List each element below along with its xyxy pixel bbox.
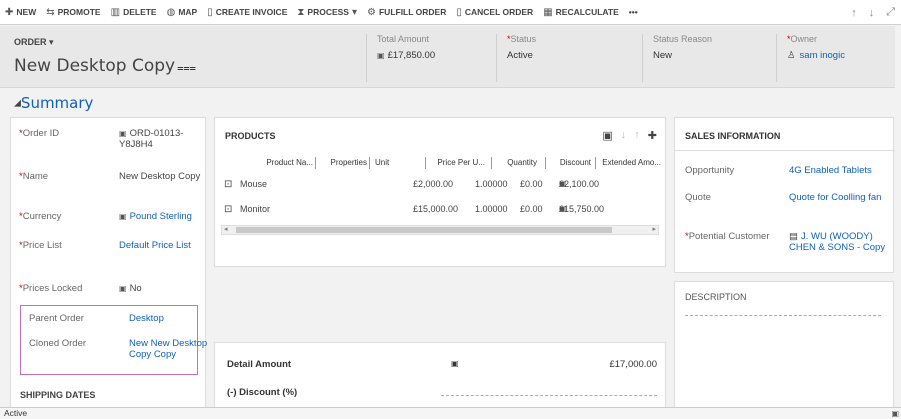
horizontal-scrollbar[interactable]: ◂ ▸ xyxy=(221,225,659,235)
parent-order-link[interactable]: Desktop xyxy=(129,313,215,324)
product-icon: ⊡ xyxy=(224,204,233,215)
page-scrollbar[interactable] xyxy=(895,26,901,407)
lock-icon: ▣ xyxy=(602,130,613,142)
fulfill-icon: ⚙ xyxy=(367,6,376,18)
recalculate-button[interactable]: ▦ RECALCULATE xyxy=(538,0,624,25)
more-commands-button[interactable]: ••• xyxy=(624,0,643,25)
create-invoice-button[interactable]: ▯ CREATE INVOICE xyxy=(202,0,292,25)
expand-icon[interactable]: ⤢ xyxy=(886,6,895,19)
lock-icon: ▣ xyxy=(119,129,127,138)
next-record-icon[interactable]: ↓ xyxy=(869,7,875,19)
promote-button[interactable]: ⇆ PROMOTE xyxy=(41,0,105,25)
command-bar: ✚ NEW ⇆ PROMOTE ▥ DELETE ◍ MAP ▯ CREATE INVOI… xyxy=(0,0,901,25)
summary-section-toggle[interactable]: ◢Summary xyxy=(14,94,93,112)
record-status: Active xyxy=(4,408,28,418)
col-properties[interactable]: Properties xyxy=(321,158,367,167)
status-bar: Active ▣ xyxy=(0,407,901,419)
discount-input[interactable] xyxy=(441,395,657,396)
previous-record-icon[interactable]: ↑ xyxy=(851,7,857,19)
grid-header: Product Na... Properties Unit Price Per … xyxy=(215,157,667,170)
col-unit[interactable]: Unit xyxy=(375,158,395,167)
lock-icon: ▣ xyxy=(119,212,127,221)
scrollbar-thumb[interactable] xyxy=(236,227,612,233)
cloned-order-link[interactable]: New New Desktop Copy Copy xyxy=(129,338,215,370)
fulfill-order-button[interactable]: ⚙ FULFILL ORDER xyxy=(362,0,451,25)
lock-icon: ▣ xyxy=(451,359,459,368)
map-button[interactable]: ◍ MAP xyxy=(162,0,203,25)
table-row[interactable]: ⊡ Monitor £15,000.00 1.00000 £0.00 ▣ £15,… xyxy=(215,204,667,218)
hourglass-icon: ⧗ xyxy=(297,6,305,18)
lock-icon: ▣ xyxy=(377,51,385,60)
col-product-name[interactable]: Product Na... xyxy=(263,158,313,167)
cancel-order-button[interactable]: ▯ CANCEL ORDER xyxy=(451,0,538,25)
col-discount[interactable]: Discount xyxy=(553,158,591,167)
potential-customer-link[interactable]: ▤ J. WU (WOODY) CHEN & SONS - Copy xyxy=(789,231,889,265)
calculator-icon: ▦ xyxy=(543,6,553,18)
shipping-dates-heading: SHIPPING DATES xyxy=(20,390,96,400)
sales-information-panel: SALES INFORMATION Opportunity 4G Enabled… xyxy=(674,117,895,273)
name-input[interactable]: New Desktop Copy xyxy=(119,171,205,182)
chevron-down-icon: ▾ xyxy=(351,6,358,18)
move-down-icon[interactable]: ↓ xyxy=(621,129,627,142)
col-extended-amount[interactable]: Extended Amo... xyxy=(601,158,661,167)
cancel-order-icon: ▯ xyxy=(456,6,462,18)
scroll-left-icon[interactable]: ◂ xyxy=(224,225,228,233)
products-title: PRODUCTS xyxy=(225,131,276,141)
product-icon: ⊡ xyxy=(224,179,233,190)
user-icon: ♙ xyxy=(787,50,796,61)
entity-switcher[interactable]: ORDER ▾ xyxy=(14,37,54,48)
lock-icon: ▣ xyxy=(119,284,127,293)
total-amount-field: Total Amount ▣ £17,850.00 xyxy=(366,34,496,82)
plus-icon: ✚ xyxy=(5,6,14,18)
status-field: *Status Active xyxy=(496,34,642,82)
delete-button[interactable]: ▥ DELETE xyxy=(106,0,162,25)
quote-link[interactable]: Quote for Coolling fan xyxy=(789,192,889,203)
move-up-icon[interactable]: ↑ xyxy=(634,129,640,142)
record-nav: ↑ ↓ ⤢ xyxy=(851,0,901,25)
process-button[interactable]: ⧗ PROCESS ▾ xyxy=(292,0,362,25)
promote-icon: ⇆ xyxy=(46,6,55,18)
grid-toolbar: ▣ ↓ ↑ ✚ xyxy=(602,129,657,142)
description-panel: DESCRIPTION xyxy=(674,281,894,411)
form-menu-icon[interactable]: ⩶ xyxy=(177,61,196,74)
description-input[interactable] xyxy=(685,315,881,316)
add-product-icon[interactable]: ✚ xyxy=(648,129,657,142)
record-title[interactable]: New Desktop Copy ⩶ xyxy=(14,56,196,76)
invoice-icon: ▯ xyxy=(207,6,213,18)
globe-icon: ◍ xyxy=(166,6,176,18)
opportunity-link[interactable]: 4G Enabled Tablets xyxy=(789,165,889,176)
price-list-link[interactable]: Default Price List xyxy=(119,240,205,251)
order-relationship-box: Parent Order Desktop Cloned Order New Ne… xyxy=(20,305,207,375)
account-icon: ▤ xyxy=(789,231,798,242)
products-grid: PRODUCTS ▣ ↓ ↑ ✚ Product Na... Propertie… xyxy=(214,117,666,267)
trash-icon: ▥ xyxy=(110,6,121,18)
col-price-per-unit[interactable]: Price Per U... xyxy=(433,158,485,167)
save-icon[interactable]: ▣ xyxy=(891,408,899,419)
table-row[interactable]: ⊡ Mouse £2,000.00 1.00000 £0.00 ▣ £2,100.… xyxy=(215,179,667,193)
record-header: ORDER ▾ New Desktop Copy ⩶ Total Amount ▣… xyxy=(0,26,901,88)
scroll-right-icon[interactable]: ▸ xyxy=(652,225,656,233)
status-reason-field: Status Reason New xyxy=(642,34,776,82)
new-button[interactable]: ✚ NEW xyxy=(0,0,41,25)
col-quantity[interactable]: Quantity xyxy=(499,158,537,167)
collapse-icon: ◢ xyxy=(14,98,21,109)
owner-field: *Owner ♙ sam inogic xyxy=(776,34,894,82)
